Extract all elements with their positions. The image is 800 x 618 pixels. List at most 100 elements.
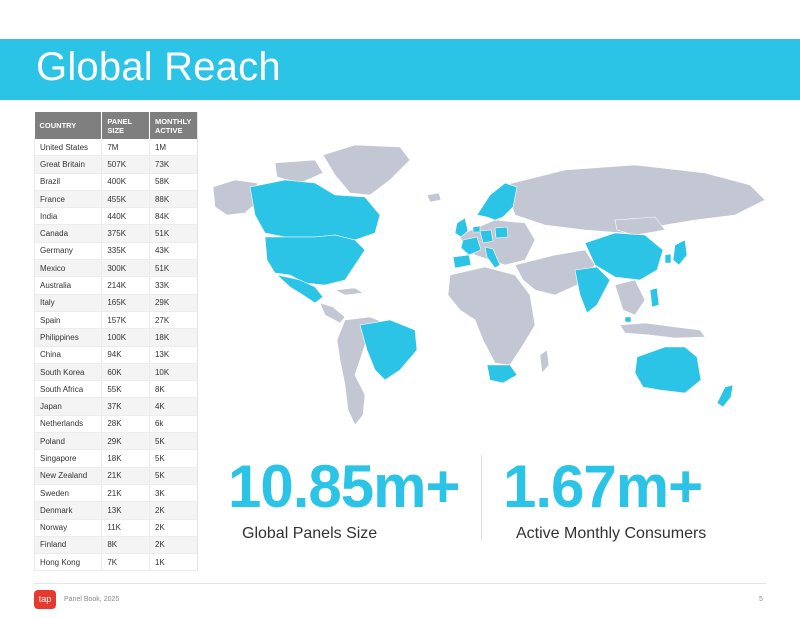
cell-monthly-active: 10K xyxy=(149,363,199,382)
title-banner: Global Reach xyxy=(0,39,800,100)
cell-monthly-active: 2K xyxy=(149,519,199,537)
table-row: Sweden 21K 3K xyxy=(33,484,199,503)
table-row: Italy 165K 29K xyxy=(33,294,199,312)
cell-country: Netherlands xyxy=(33,415,103,434)
cell-monthly-active: 18K xyxy=(149,328,199,347)
map-south-africa xyxy=(486,364,518,384)
cell-country: Norway xyxy=(33,519,103,537)
cell-monthly-active: 73K xyxy=(149,155,199,174)
cell-country: Brazil xyxy=(33,173,103,191)
map-india xyxy=(574,266,611,314)
map-netherlands xyxy=(472,225,481,233)
cell-country: Philippines xyxy=(33,328,103,347)
table-row: Norway 11K 2K xyxy=(33,519,199,537)
cell-monthly-active: 4K xyxy=(149,397,199,416)
map-poland xyxy=(494,226,509,239)
cell-panel-size: 335K xyxy=(101,242,150,261)
header-monthly-active: MONTHLY ACTIVE xyxy=(149,112,199,139)
map-madagascar xyxy=(539,349,550,374)
country-table: COUNTRY PANEL SIZE MONTHLY ACTIVE United S… xyxy=(33,112,199,572)
table-header-row: COUNTRY PANEL SIZE MONTHLY ACTIVE xyxy=(34,112,199,139)
cell-panel-size: 455K xyxy=(101,190,150,209)
table-row: Australia 214K 33K xyxy=(33,276,199,295)
table-row: Poland 29K 5K xyxy=(33,432,199,451)
map-brazil xyxy=(359,319,418,381)
map-south-korea xyxy=(664,253,672,264)
header-country: COUNTRY xyxy=(34,112,103,139)
map-japan xyxy=(672,239,688,266)
cell-monthly-active: 84K xyxy=(149,207,199,226)
map-central-america xyxy=(319,302,346,324)
page-title: Global Reach xyxy=(36,45,281,89)
cell-monthly-active: 1M xyxy=(149,139,199,157)
cell-panel-size: 18K xyxy=(101,449,150,468)
table-row: South Africa 55K 8K xyxy=(33,380,199,399)
cell-monthly-active: 88K xyxy=(149,190,199,209)
footer-document-name: Panel Book, 2025 xyxy=(64,596,120,603)
cell-panel-size: 55K xyxy=(101,380,150,399)
cell-country: Hong Kong xyxy=(33,553,103,572)
cell-panel-size: 300K xyxy=(101,259,150,278)
table-row: India 440K 84K xyxy=(33,207,199,226)
cell-country: Australia xyxy=(33,276,103,295)
stat-panel-size: 10.85m+ Global Panels Size xyxy=(228,453,461,543)
world-map xyxy=(212,144,766,426)
cell-country: New Zealand xyxy=(33,467,103,485)
cell-panel-size: 37K xyxy=(101,397,150,416)
stat-divider xyxy=(481,455,482,540)
cell-panel-size: 13K xyxy=(101,501,150,520)
map-new-zealand xyxy=(716,384,734,408)
cell-panel-size: 94K xyxy=(101,346,150,364)
cell-monthly-active: 1K xyxy=(149,553,199,572)
cell-monthly-active: 33K xyxy=(149,276,199,295)
cell-panel-size: 400K xyxy=(101,173,150,191)
cell-monthly-active: 27K xyxy=(149,311,199,330)
cell-panel-size: 7M xyxy=(101,139,150,157)
cell-monthly-active: 2K xyxy=(149,501,199,520)
cell-country: South Korea xyxy=(33,363,103,382)
cell-country: Sweden xyxy=(33,484,103,503)
map-arctic-islands xyxy=(274,159,324,184)
cell-panel-size: 60K xyxy=(101,363,150,382)
cell-country: India xyxy=(33,207,103,226)
cell-monthly-active: 2K xyxy=(149,536,199,555)
cell-country: China xyxy=(33,346,103,364)
footer-divider xyxy=(34,583,766,584)
table-row: France 455K 88K xyxy=(33,190,199,209)
cell-panel-size: 28K xyxy=(101,415,150,434)
cell-monthly-active: 51K xyxy=(149,224,199,243)
cell-monthly-active: 5K xyxy=(149,449,199,468)
table-row: Brazil 400K 58K xyxy=(33,173,199,191)
stat-active-monthly: 1.67m+ Active Monthly Consumers xyxy=(503,457,706,543)
cell-country: France xyxy=(33,190,103,209)
cell-panel-size: 165K xyxy=(101,294,150,312)
map-caribbean xyxy=(333,287,364,296)
cell-panel-size: 7K xyxy=(101,553,150,572)
table-body: United States 7M 1M Great Britain 507K 73K Bra… xyxy=(33,139,199,572)
header-panel-size: PANEL SIZE xyxy=(101,112,150,139)
table-row: Great Britain 507K 73K xyxy=(33,155,199,174)
stat-active-monthly-label: Active Monthly Consumers xyxy=(516,525,707,542)
cell-panel-size: 214K xyxy=(101,276,150,295)
map-singapore xyxy=(624,316,632,323)
table-row: Denmark 13K 2K xyxy=(33,501,199,520)
table-row: Germany 335K 43K xyxy=(33,242,199,261)
map-australia xyxy=(634,346,702,394)
cell-country: Italy xyxy=(33,294,103,312)
cell-monthly-active: 5K xyxy=(149,467,199,485)
cell-panel-size: 507K xyxy=(101,155,150,174)
cell-panel-size: 21K xyxy=(101,484,150,503)
cell-panel-size: 8K xyxy=(101,536,150,555)
cell-monthly-active: 51K xyxy=(149,259,199,278)
table-row: Mexico 300K 51K xyxy=(33,259,199,278)
table-row: Canada 375K 51K xyxy=(33,224,199,243)
table-row: Netherlands 28K 6k xyxy=(33,415,199,434)
cell-panel-size: 100K xyxy=(101,328,150,347)
stat-panel-size-value: 10.85m+ xyxy=(228,453,461,520)
cell-country: Denmark xyxy=(33,501,103,520)
map-indonesia xyxy=(619,322,706,339)
cell-country: Germany xyxy=(33,242,103,261)
cell-country: South Africa xyxy=(33,380,103,399)
cell-monthly-active: 5K xyxy=(149,432,199,451)
table-row: Singapore 18K 5K xyxy=(33,449,199,468)
